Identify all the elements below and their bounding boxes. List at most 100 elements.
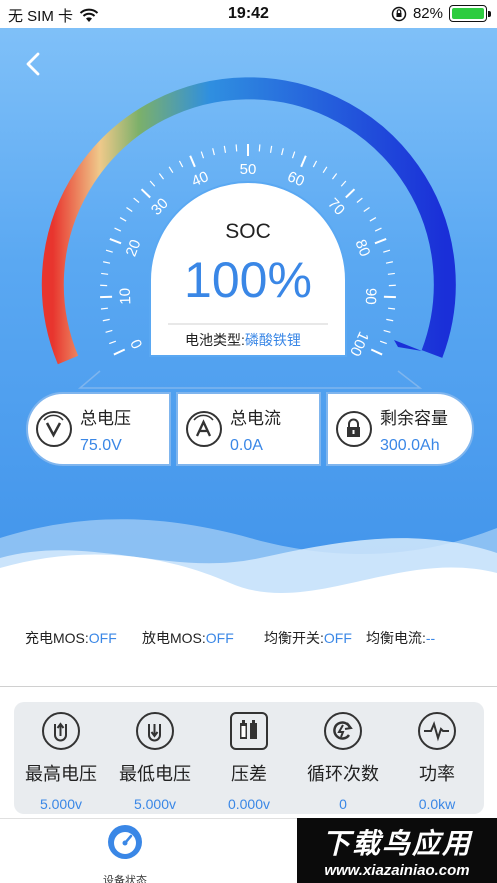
gauge-tick (100, 307, 109, 310)
gauge-tick-label: 100 (346, 329, 372, 359)
gauge-tick (114, 227, 122, 232)
battery-icon (449, 5, 491, 22)
gauge-tick (189, 155, 196, 168)
current-a-icon (186, 411, 222, 447)
voltage-diff-label: 压差 (231, 764, 267, 784)
stat-cycle-count: 循环次数 0 (296, 712, 390, 812)
gauge-tick (105, 249, 113, 253)
gauge-tick-label: 90 (362, 288, 380, 305)
gauge-tick (387, 307, 396, 310)
gauge-tick (119, 217, 127, 222)
charge-mos-status: 充电MOS:OFF (25, 630, 117, 646)
gauge-tick (379, 340, 387, 345)
power-value: 0.0kw (418, 796, 456, 812)
gauge-tick-label: 10 (117, 288, 135, 305)
gauge-tick-label: 40 (189, 168, 211, 190)
gauge-tick (105, 329, 113, 333)
discharge-mos-status: 放电MOS:OFF (142, 630, 234, 646)
remaining-capacity-label: 剩余容量 (380, 408, 448, 428)
gauge-tick-label: 50 (240, 161, 257, 178)
gauge-tick (383, 329, 391, 333)
gauge-tick (374, 227, 382, 232)
battery-type-value: 磷酸铁锂 (245, 332, 301, 348)
gauge-tick (113, 348, 126, 356)
gauge-tick (322, 166, 328, 174)
gauge-tick (223, 145, 227, 153)
battery-type-label: 电池类型: (185, 332, 245, 348)
total-voltage-label: 总电压 (80, 408, 131, 428)
tab-bar: 设备状态 下载鸟应用 www.xiazainiao.com (0, 818, 497, 883)
stat-power: 功率 0.0kw (390, 712, 484, 812)
gauge-tick (200, 151, 205, 159)
gauge-tick (370, 348, 383, 356)
gauge-tick-label: 30 (148, 195, 172, 219)
total-voltage-card: 总电压 75.0V (26, 392, 171, 466)
max-voltage-value: 5.000v (39, 796, 83, 812)
soc-value: 100% (184, 252, 312, 308)
remaining-capacity-value: 300.0Ah (380, 436, 440, 454)
max-voltage-icon (42, 712, 80, 750)
tab-device-status-label: 设备状态 (103, 875, 147, 883)
stat-min-voltage: 最低电压 5.000v (108, 712, 202, 812)
gauge-tick (212, 148, 215, 156)
power-label: 功率 (419, 764, 455, 784)
hero-panel: 0 10 20 30 40 50 60 70 80 90 100 SOC 100% 电池类型:磷酸铁… (0, 28, 497, 618)
gauge-tick (363, 207, 370, 213)
gauge-tick (126, 207, 133, 213)
rotation-lock-icon (391, 6, 407, 21)
max-voltage-label: 最高电压 (25, 764, 97, 784)
voltage-diff-icon (230, 712, 268, 750)
total-current-label: 总电流 (230, 408, 281, 428)
total-current-value: 0.0A (230, 436, 263, 454)
gauge-tick-label: 20 (123, 237, 145, 259)
gauge-tick (383, 249, 391, 253)
capacity-lock-icon (336, 411, 372, 447)
gauge-tick (149, 180, 156, 187)
gauge-tick-label: 60 (285, 168, 307, 190)
gauge-tick (168, 166, 174, 174)
gauge-tick (300, 155, 307, 168)
stat-voltage-diff: 压差 0.000v (202, 712, 296, 812)
gauge-tick (109, 238, 122, 245)
tab-device-status[interactable]: 设备状态 (90, 823, 160, 883)
svg-text:电池类型:磷酸铁锂: 电池类型:磷酸铁锂 (185, 332, 301, 348)
gauge-tick (356, 197, 363, 203)
gauge-tick (109, 340, 117, 345)
cycle-count-label: 循环次数 (307, 764, 379, 784)
gauge-tick (158, 173, 165, 180)
power-icon (418, 712, 456, 750)
gauge-tick (281, 148, 284, 156)
min-voltage-label: 最低电压 (119, 764, 191, 784)
gauge-needle (394, 340, 422, 351)
gauge-tick (102, 318, 110, 322)
gauge-tick (345, 188, 356, 199)
gauge-tick (312, 160, 318, 168)
gauge-tick (140, 188, 151, 199)
gauge-tick (386, 318, 394, 322)
stats-panel: 最高电压 5.000v 最低电压 5.000v 压差 0.000v 循环次数 0… (14, 702, 484, 814)
gauge-tick-label: 70 (324, 195, 348, 219)
watermark-logo: 下载鸟应用 www.xiazainiao.com (297, 818, 497, 883)
gauge-tick (340, 180, 347, 187)
min-voltage-icon (136, 712, 174, 750)
stat-max-voltage: 最高电压 5.000v (14, 712, 108, 812)
status-bar: 无 SIM 卡 19:42 82% (0, 0, 497, 28)
gauge-tick (387, 272, 395, 275)
gauge-tick (374, 238, 387, 245)
mos-status-row: 充电MOS:OFF 放电MOS:OFF 均衡开关:OFF 均衡电流:-- (0, 628, 497, 652)
soc-title: SOC (225, 220, 271, 243)
gauge-tick (258, 144, 261, 152)
gauge-tick (331, 173, 338, 180)
watermark-url: www.xiazainiao.com (324, 862, 470, 879)
watermark-title: 下载鸟应用 (321, 828, 472, 859)
gauge-tick (101, 272, 109, 275)
gauge-tick (291, 151, 296, 159)
cycle-count-value: 0 (339, 796, 347, 812)
gauge-tick (178, 160, 184, 168)
gauge-tick (133, 197, 140, 203)
cycle-icon (324, 712, 362, 750)
balance-switch-status: 均衡开关:OFF (264, 630, 352, 646)
remaining-capacity-card: 剩余容量 300.0Ah (326, 392, 474, 466)
balance-current-status: 均衡电流:-- (366, 630, 436, 646)
wave-decoration (0, 519, 497, 618)
